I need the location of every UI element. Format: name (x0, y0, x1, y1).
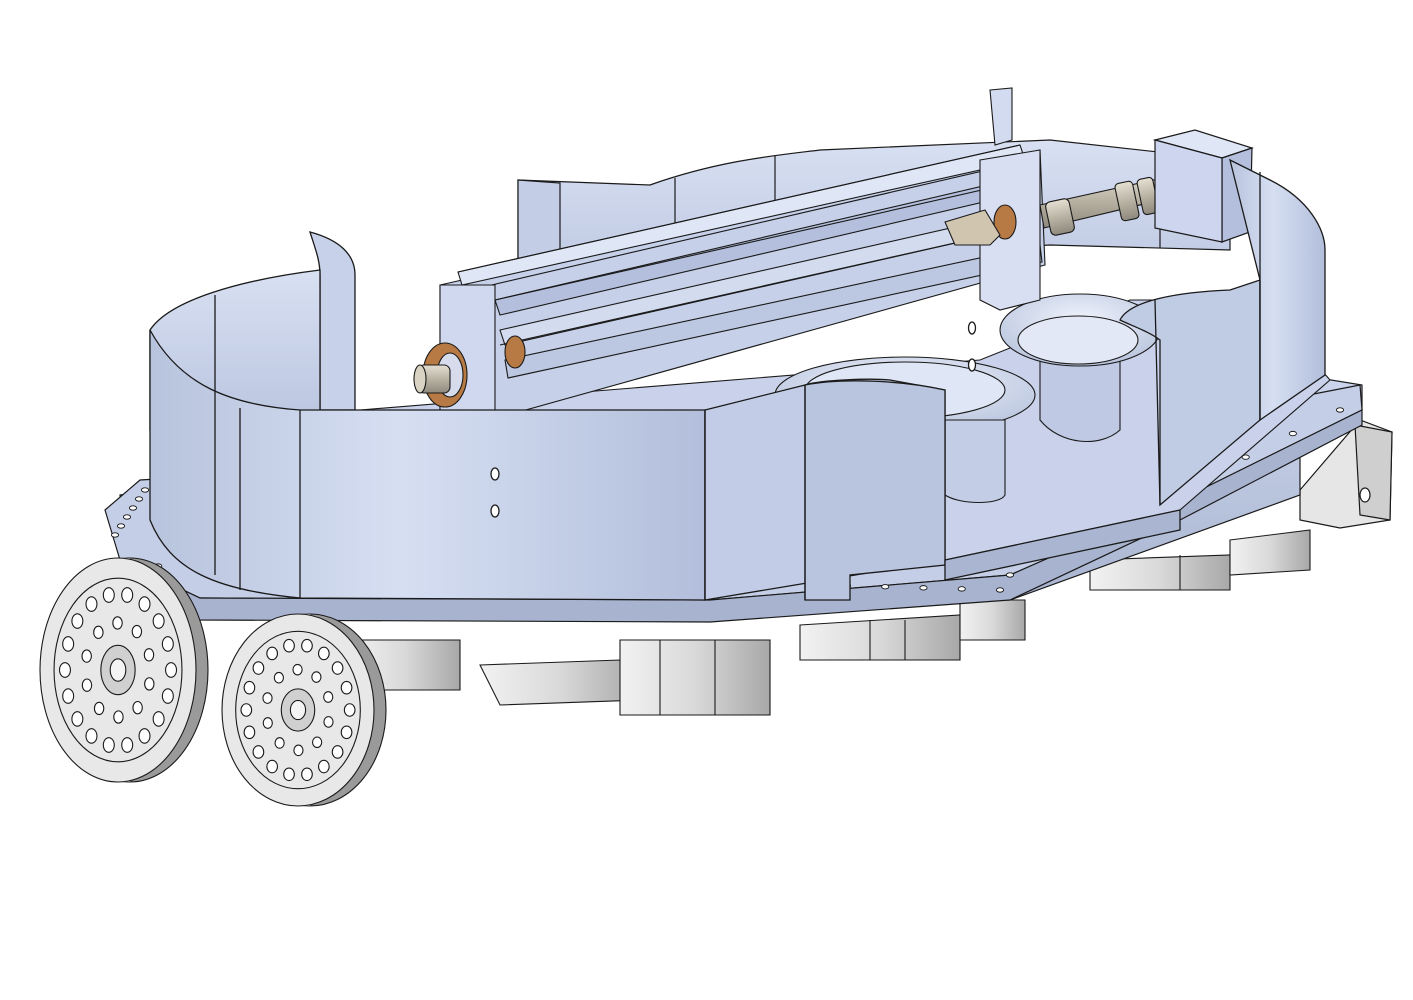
wheel-hole (81, 649, 92, 663)
wheel-hole (243, 680, 256, 695)
wheel-hole (301, 638, 313, 653)
wheel-hole (311, 671, 322, 683)
wheel-hole (132, 700, 143, 715)
bolt-hole (122, 514, 132, 520)
wheel-hole (138, 728, 151, 744)
wheel-hole (283, 638, 295, 653)
wheel-hole (85, 728, 98, 744)
wheel-hole (71, 711, 84, 727)
wheel-hole (143, 648, 155, 662)
bolt-hole (881, 584, 890, 590)
wheel-hole (62, 688, 75, 704)
wheel-hole (343, 703, 356, 717)
wheel-hole (165, 662, 178, 678)
wheel-hole (293, 744, 304, 757)
bolt-hole (995, 587, 1005, 593)
wheel-hole (131, 624, 143, 639)
wheel-hole (331, 745, 344, 759)
wheel-hole (138, 596, 151, 612)
bolt-hole (1288, 430, 1297, 437)
wheel-hole (301, 767, 313, 782)
bolt-hole (128, 505, 138, 511)
wheel-hole (144, 677, 155, 691)
wheel-hole (102, 587, 115, 603)
wheel-hole (317, 646, 330, 661)
bolt-hole (116, 523, 126, 529)
wheel-hole (323, 716, 334, 728)
wheel-hole (317, 759, 330, 774)
wheel-hole (340, 680, 353, 695)
wheel-hole (152, 711, 165, 727)
wheel-hole (71, 613, 84, 629)
wheel-hole (323, 691, 334, 703)
wheel-hole (161, 636, 174, 652)
bolt-hole (1335, 407, 1345, 413)
wheel-hole (240, 703, 253, 717)
wheel-hole (252, 745, 265, 759)
bolt-hole (134, 496, 144, 502)
bushing-left (413, 342, 468, 408)
bolt-hole (919, 585, 928, 591)
wheel-hole (262, 692, 273, 704)
wheel-hole (58, 662, 71, 678)
wheel-hole (266, 759, 279, 774)
wheel-hole (312, 736, 323, 749)
wheel-hole (112, 616, 123, 630)
wheel-hole (262, 717, 273, 729)
wheel-bore (289, 699, 307, 721)
wheel-right (221, 613, 387, 807)
wheel-hole (85, 596, 98, 612)
wheel-hole (292, 663, 303, 676)
bolt-hole (110, 532, 120, 538)
wheel-hole (81, 678, 93, 692)
bolt-hole (957, 586, 966, 592)
wheel-hole (152, 613, 165, 629)
wheel-hole (93, 701, 105, 716)
wheel-hole (252, 661, 265, 675)
wheel-bore (109, 658, 127, 682)
wheel-hole (283, 767, 295, 782)
wheel-hole (93, 625, 104, 640)
cad-model-view (39, 87, 1393, 807)
wheel-hole (161, 688, 174, 704)
wheel-hole (340, 725, 353, 740)
bolt-hole (1005, 572, 1015, 578)
wheel-hole (266, 646, 279, 661)
wheel-hole (331, 661, 344, 675)
wheel-hole (102, 737, 115, 753)
cad-viewport[interactable] (0, 0, 1413, 1000)
wheel-hole (273, 671, 284, 684)
wheel-hole (113, 710, 124, 724)
wheel-left (39, 557, 209, 783)
wheel-hole (243, 725, 256, 740)
wheel-hole (274, 737, 285, 749)
wheel-hole (121, 587, 134, 603)
bolt-hole (140, 487, 150, 493)
wheel-hole (62, 636, 75, 652)
wheel-hole (121, 737, 134, 753)
